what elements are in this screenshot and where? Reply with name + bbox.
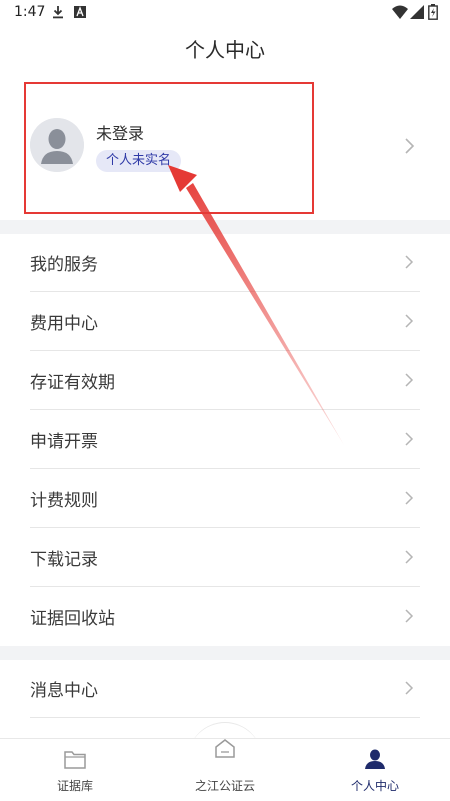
menu-item-recycle-bin[interactable]: 证据回收站 [0,588,450,646]
chevron-right-icon [405,255,414,269]
menu-item-my-services[interactable]: 我的服务 [0,234,450,292]
menu-item-label: 申请开票 [30,432,98,452]
row-divider [30,350,420,351]
username[interactable]: 未登录 [96,120,144,144]
menu-item-label: 我的服务 [30,255,98,275]
chevron-right-icon[interactable] [404,137,416,155]
menu-item-label: 下载记录 [30,550,98,570]
user-avatar-icon [30,118,84,172]
menu-item-label: 费用中心 [30,314,98,334]
home-icon [215,739,235,758]
chevron-right-icon [405,314,414,328]
menu-item-messages[interactable]: 消息中心 [0,660,450,718]
menu-item-billing-rules[interactable]: 计费规则 [0,470,450,528]
chevron-right-icon [405,681,414,695]
wifi-icon [392,5,408,19]
avatar[interactable] [30,118,84,172]
folder-icon [64,751,86,769]
nav-item-home[interactable]: 之江公证云 [150,739,300,801]
chevron-right-icon [405,491,414,505]
signal-icon [410,5,424,19]
bottom-nav: 证据库 之江公证云 个人中心 [0,738,450,801]
menu-item-validity[interactable]: 存证有效期 [0,352,450,410]
nav-label: 证据库 [56,779,93,793]
row-divider [30,527,420,528]
nav-label: 个人中心 [350,779,399,793]
row-divider [30,586,420,587]
menu-item-label: 计费规则 [30,491,98,511]
section-divider [0,646,450,660]
realname-status-badge[interactable]: 个人未实名 [96,150,182,172]
row-divider [30,291,420,292]
section-divider [0,220,450,234]
menu-item-label: 消息中心 [30,681,98,701]
chevron-right-icon [405,609,414,623]
status-time: 1:47 [14,4,46,20]
a-icon [74,6,86,18]
chevron-right-icon [405,373,414,387]
chevron-right-icon [405,550,414,564]
menu-item-label: 证据回收站 [30,609,115,629]
page-title: 个人中心 [185,38,265,62]
row-divider [30,717,420,718]
nav-item-evidence[interactable]: 证据库 [0,739,150,801]
nav-item-profile[interactable]: 个人中心 [300,739,450,801]
person-icon [365,749,385,769]
menu-item-label: 存证有效期 [30,373,115,393]
menu-item-invoice[interactable]: 申请开票 [0,411,450,469]
status-bar: 1:47 [0,0,450,26]
battery-icon [428,4,438,20]
chevron-right-icon [405,432,414,446]
download-icon [53,6,63,19]
row-divider [30,468,420,469]
menu-item-cost-center[interactable]: 费用中心 [0,293,450,351]
nav-label: 之江公证云 [194,779,255,793]
menu-item-downloads[interactable]: 下载记录 [0,529,450,587]
row-divider [30,409,420,410]
